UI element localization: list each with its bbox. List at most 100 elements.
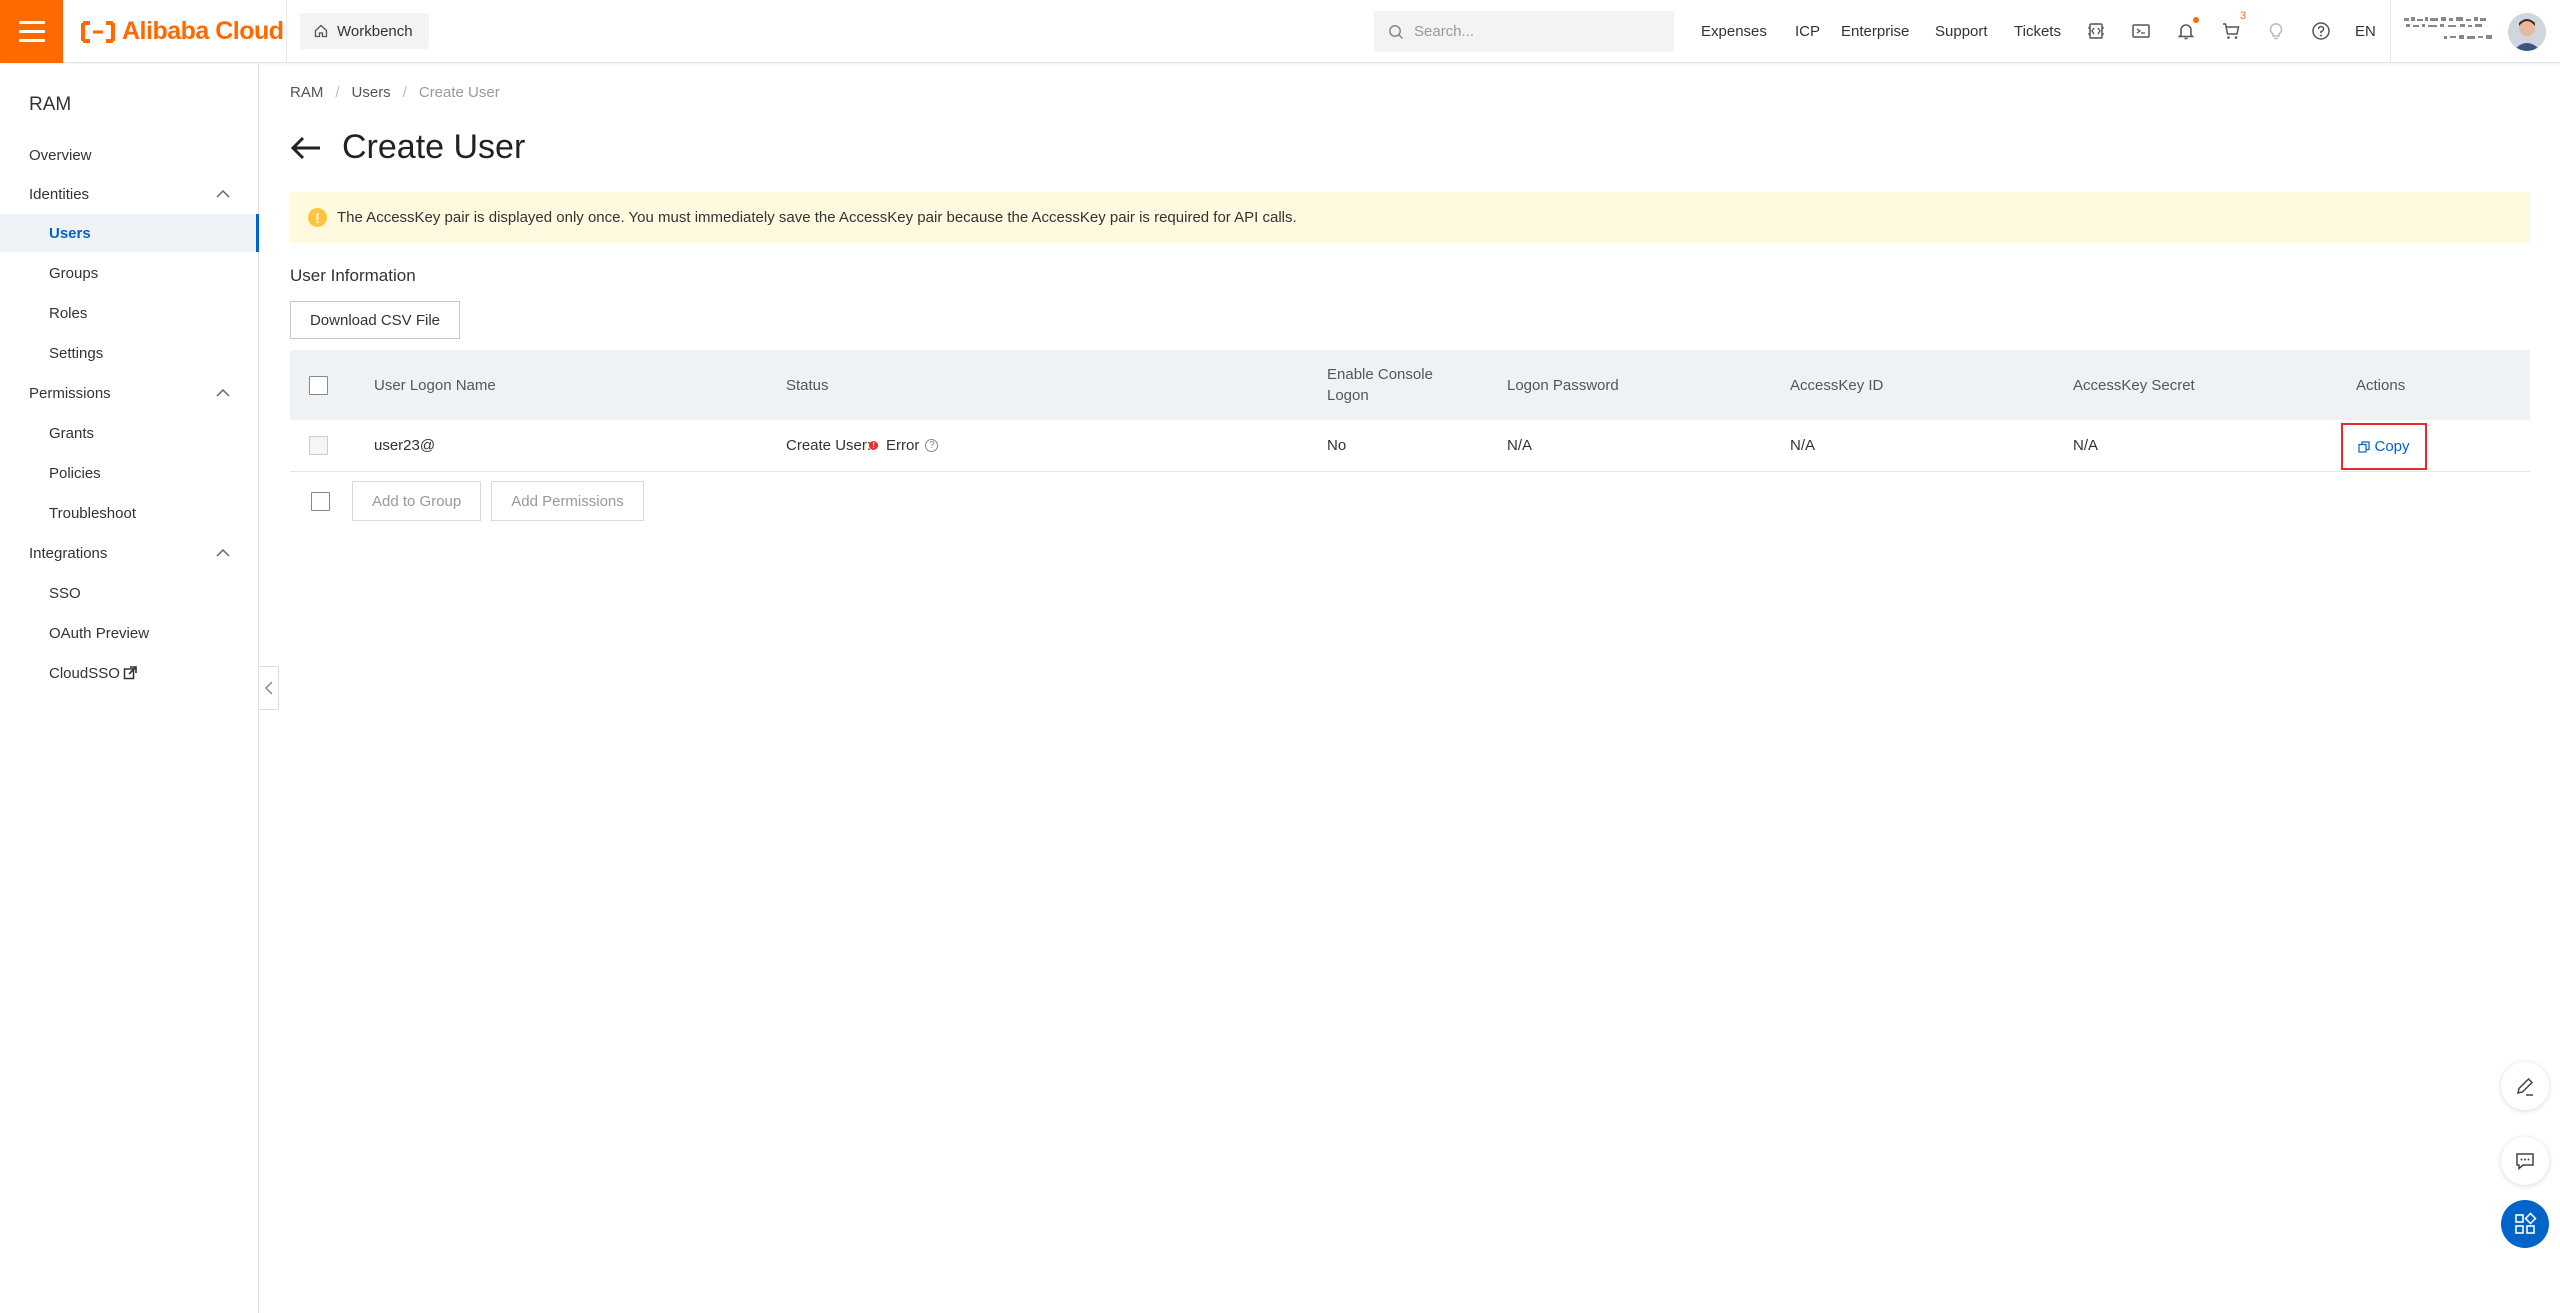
language-label: EN: [2355, 23, 2376, 40]
chevron-up-icon: [216, 189, 230, 198]
row-checkbox[interactable]: [309, 436, 328, 455]
sidebar-item-oauth-preview[interactable]: OAuth Preview: [0, 614, 259, 652]
breadcrumb-separator: /: [402, 84, 407, 101]
workbench-button[interactable]: Workbench: [300, 13, 429, 49]
terminal-icon[interactable]: [2129, 19, 2153, 43]
sidebar-item-policies[interactable]: Policies: [0, 454, 259, 492]
header-console-line1: Enable Console: [1327, 366, 1433, 383]
cell-status: Create User: ! Error ?: [786, 420, 939, 471]
nav-expenses[interactable]: Expenses: [1701, 0, 1767, 63]
developer-tools-icon[interactable]: [2084, 19, 2108, 43]
question-icon[interactable]: ?: [925, 439, 939, 452]
avatar[interactable]: [2508, 13, 2546, 51]
workbench-label: Workbench: [337, 22, 413, 40]
alibaba-cloud-logo[interactable]: Alibaba Cloud: [80, 16, 284, 47]
bulk-select-checkbox[interactable]: [311, 491, 330, 511]
sidebar-item-groups[interactable]: Groups: [0, 254, 259, 292]
status-text: Error: [886, 437, 920, 454]
sidebar-group-identities[interactable]: Identities: [0, 175, 259, 213]
notification-bell-icon[interactable]: [2174, 17, 2199, 43]
add-to-group-button[interactable]: Add to Group: [352, 481, 482, 521]
sidebar-item-label: Grants: [49, 424, 95, 442]
notification-dot: [2193, 17, 2199, 23]
back-arrow-icon[interactable]: [290, 135, 322, 161]
header-accesskey-id: AccessKey ID: [1790, 376, 1884, 394]
sidebar-item-label: Policies: [49, 464, 101, 482]
sidebar-collapse-button[interactable]: [259, 666, 279, 710]
sidebar-item-label: Identities: [29, 185, 90, 203]
copy-label: Copy: [2374, 438, 2410, 455]
header-console-line2: Logon: [1327, 387, 1369, 404]
sidebar-item-troubleshoot[interactable]: Troubleshoot: [0, 494, 259, 532]
cart-icon[interactable]: 3: [2219, 10, 2246, 43]
sidebar-item-users[interactable]: Users: [0, 214, 259, 252]
header-accesskey-secret: AccessKey Secret: [2073, 376, 2195, 394]
menu-icon[interactable]: [0, 0, 63, 63]
chat-icon: [2516, 1153, 2534, 1171]
breadcrumb-ram[interactable]: RAM: [290, 84, 323, 101]
lightbulb-icon[interactable]: [2264, 19, 2288, 43]
header-actions: Actions: [2356, 376, 2406, 394]
section-label: User Information: [290, 266, 416, 285]
copy-button[interactable]: Copy: [2341, 423, 2427, 470]
external-link-icon: [123, 666, 137, 680]
header-console-logon: Enable Console Logon: [1327, 350, 1433, 420]
sidebar-item-label: CloudSSO: [49, 664, 120, 682]
sidebar-item-label: Groups: [49, 264, 99, 282]
apps-button[interactable]: [2501, 1200, 2549, 1248]
top-bar: Alibaba Cloud Workbench Expenses ICP Ent…: [0, 0, 2560, 63]
bulk-actions: Add to Group Add Permissions: [290, 481, 654, 521]
breadcrumb-users[interactable]: Users: [352, 84, 391, 101]
redacted-account-image: [2404, 17, 2492, 39]
sidebar-item-label: Users: [49, 224, 91, 242]
copy-icon: [2358, 440, 2371, 453]
sidebar-group-integrations[interactable]: Integrations: [0, 534, 259, 572]
help-icon[interactable]: [2309, 19, 2333, 43]
edit-feedback-button[interactable]: [2501, 1062, 2549, 1110]
cell-accesskey-id: N/A: [1790, 437, 1816, 454]
chat-button[interactable]: [2501, 1137, 2549, 1185]
search-box[interactable]: [1374, 11, 1674, 52]
sidebar-item-label: Permissions: [29, 384, 111, 402]
chevron-up-icon: [216, 388, 230, 397]
page-title: Create User: [342, 128, 526, 166]
cell-accesskey-secret: N/A: [2073, 437, 2099, 454]
nav-tickets[interactable]: Tickets: [2014, 0, 2061, 63]
sidebar-item-grants[interactable]: Grants: [0, 414, 259, 452]
breadcrumb: RAM / Users / Create User: [290, 84, 500, 101]
status-prefix: Create User:: [786, 437, 872, 454]
cart-count-badge: 3: [2240, 10, 2247, 22]
logo-text: Alibaba Cloud: [122, 17, 284, 45]
header-logon-name: User Logon Name: [374, 376, 496, 394]
add-permissions-button[interactable]: Add Permissions: [491, 481, 644, 521]
sidebar-item-sso[interactable]: SSO: [0, 574, 259, 612]
account-name-redacted[interactable]: [2404, 14, 2500, 50]
sidebar-title: RAM: [29, 94, 72, 115]
chevron-left-icon: [264, 681, 273, 695]
chevron-up-icon: [216, 548, 230, 557]
language-switch[interactable]: EN: [2355, 0, 2376, 63]
sidebar-item-roles[interactable]: Roles: [0, 294, 259, 332]
sidebar-item-settings[interactable]: Settings: [0, 334, 259, 372]
logo-mark-icon: [81, 20, 115, 43]
breadcrumb-separator: /: [335, 84, 340, 101]
user-table: User Logon Name Status Enable Console Lo…: [290, 350, 2530, 472]
header-status: Status: [786, 376, 829, 394]
nav-enterprise[interactable]: Enterprise: [1841, 0, 1909, 63]
home-icon: [314, 24, 328, 38]
sidebar-item-label: SSO: [49, 584, 81, 602]
sidebar-group-permissions[interactable]: Permissions: [0, 374, 259, 412]
select-all-checkbox[interactable]: [309, 375, 328, 395]
header-logon-password: Logon Password: [1507, 376, 1619, 394]
table-header: User Logon Name Status Enable Console Lo…: [290, 350, 2530, 420]
search-input[interactable]: [1414, 23, 1654, 40]
sidebar-item-overview[interactable]: Overview: [0, 136, 259, 174]
apps-grid-icon: [2515, 1212, 2537, 1234]
table-row: user23@ Create User: ! Error ? No N/A N/…: [290, 420, 2530, 472]
nav-support[interactable]: Support: [1935, 0, 1988, 63]
nav-icp[interactable]: ICP: [1795, 0, 1820, 63]
download-csv-button[interactable]: Download CSV File: [290, 301, 460, 339]
sidebar-item-label: Integrations: [29, 544, 108, 562]
sidebar-item-cloudsso[interactable]: CloudSSO: [0, 654, 259, 692]
sidebar-item-label: Troubleshoot: [49, 504, 136, 522]
